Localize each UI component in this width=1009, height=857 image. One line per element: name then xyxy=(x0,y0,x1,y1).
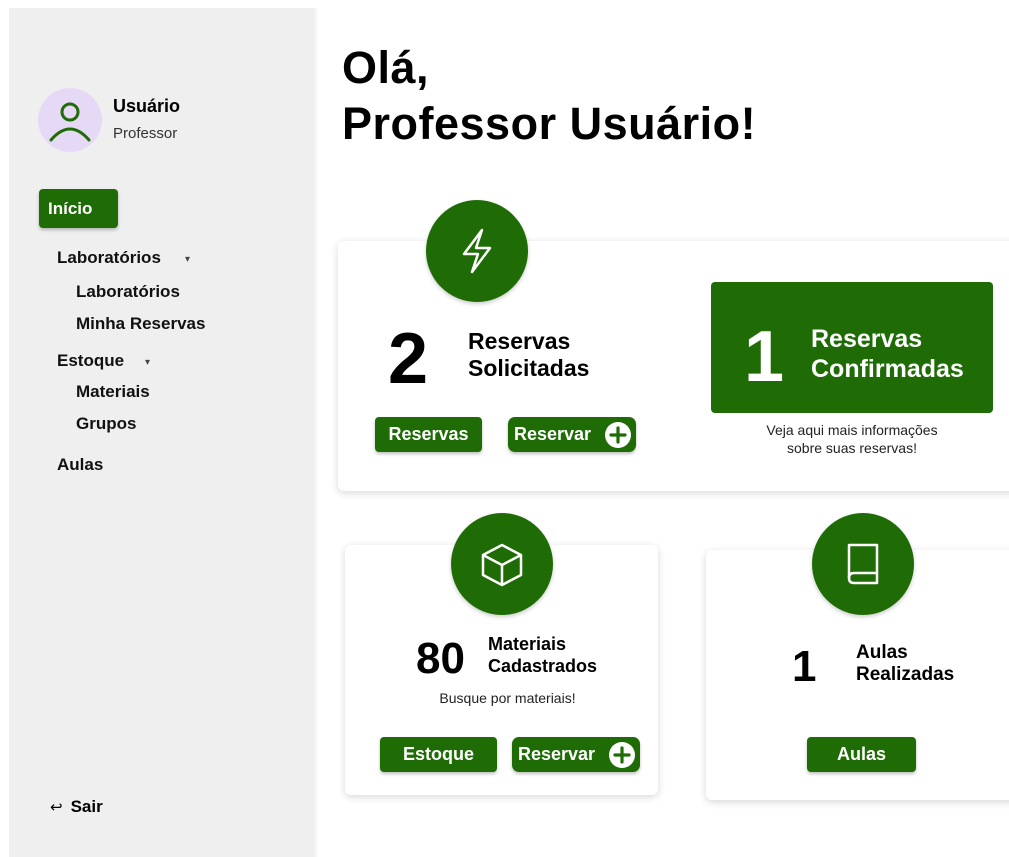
sidebar-item-minha-reservas[interactable]: Minha Reservas xyxy=(76,314,205,334)
materiais-reservar-button[interactable]: Reservar xyxy=(512,737,640,772)
materiais-icon-circle xyxy=(451,513,553,615)
reservas-confirmadas-label: Reservas Confirmadas xyxy=(811,325,964,384)
reservas-confirmadas-count: 1 xyxy=(744,317,785,397)
avatar[interactable] xyxy=(38,88,102,152)
sidebar-item-aulas[interactable]: Aulas xyxy=(57,455,103,475)
user-name: Usuário xyxy=(113,96,181,116)
caret-down-icon[interactable]: ▾ xyxy=(145,357,150,368)
materiais-label: Materiais Cadastrados xyxy=(488,634,597,677)
caret-down-icon[interactable]: ▾ xyxy=(185,254,190,265)
materiais-count: 80 xyxy=(416,634,465,683)
sidebar-item-estoque[interactable]: Estoque xyxy=(57,351,124,371)
sidebar-item-laboratorios-sub[interactable]: Laboratórios xyxy=(76,282,180,302)
greeting-line2: Professor Usuário! xyxy=(342,98,757,149)
materiais-label-line2: Cadastrados xyxy=(488,656,598,677)
reservas-button[interactable]: Reservas xyxy=(375,417,482,452)
aulas-label-line2: Realizadas xyxy=(856,664,955,686)
reservas-confirmadas-panel[interactable]: 1 Reservas Confirmadas xyxy=(711,282,993,413)
aulas-count: 1 xyxy=(792,642,817,691)
reservar-button[interactable]: Reservar xyxy=(508,417,636,452)
aulas-button[interactable]: Aulas xyxy=(807,737,916,772)
materiais-label-line1: Materiais xyxy=(488,634,567,654)
reservar-label: Reservar xyxy=(514,424,592,444)
confirmadas-line2: Confirmadas xyxy=(811,354,964,383)
sidebar-item-laboratorios[interactable]: Laboratórios xyxy=(57,248,161,268)
info-line1: Veja aqui mais informações xyxy=(766,422,938,438)
logout-label: Sair xyxy=(70,797,103,816)
plus-icon xyxy=(609,742,635,768)
user-role: Professor xyxy=(113,125,178,142)
aulas-icon-circle xyxy=(812,513,914,615)
info-line2: sobre suas reservas! xyxy=(787,440,917,456)
aulas-label: Aulas Realizadas xyxy=(856,642,954,687)
return-arrow-icon: ↩ xyxy=(50,799,63,816)
reservas-label-line1: Reservas xyxy=(468,328,571,354)
reservas-icon-circle xyxy=(426,200,528,302)
aulas-label-line1: Aulas xyxy=(856,642,908,663)
box-icon xyxy=(481,543,523,587)
reservas-solicitadas-label: Reservas Solicitadas xyxy=(468,328,589,382)
lightning-icon xyxy=(462,228,492,274)
book-icon xyxy=(847,543,879,585)
sidebar-item-inicio[interactable]: Início xyxy=(39,189,118,228)
reservas-solicitadas-count: 2 xyxy=(388,319,429,399)
sidebar-item-materiais[interactable]: Materiais xyxy=(76,382,150,402)
estoque-button[interactable]: Estoque xyxy=(380,737,497,772)
logout-button[interactable]: ↩ Sair xyxy=(50,797,103,817)
reservar-label: Reservar xyxy=(518,744,596,764)
greeting-line1: Olá, xyxy=(342,42,430,93)
confirmadas-line1: Reservas xyxy=(811,325,923,353)
sidebar-shadow xyxy=(313,8,319,857)
reservas-info-text: Veja aqui mais informações sobre suas re… xyxy=(712,421,992,457)
reservas-label-line2: Solicitadas xyxy=(468,355,590,382)
plus-icon xyxy=(605,422,631,448)
materiais-sub-text: Busque por materiais! xyxy=(439,690,576,706)
page-title: Olá, Professor Usuário! xyxy=(342,40,756,152)
sidebar-item-grupos[interactable]: Grupos xyxy=(76,414,136,434)
user-icon xyxy=(49,102,91,142)
